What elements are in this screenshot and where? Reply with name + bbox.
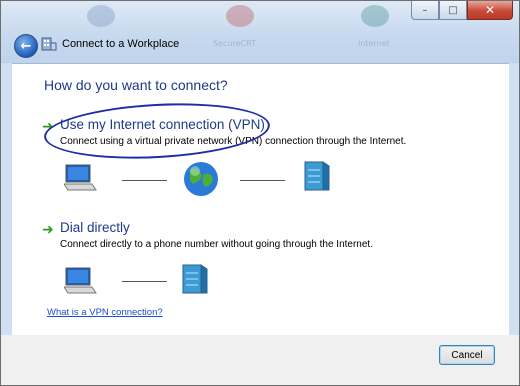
connector-line xyxy=(122,180,167,181)
connector-line xyxy=(122,281,167,282)
maximize-button[interactable]: □ xyxy=(439,1,467,20)
title-bar: SecureCRT Internet – □ ✕ ← Connect to a … xyxy=(1,1,519,63)
background-app-icon xyxy=(226,5,254,27)
background-app-icon xyxy=(87,5,115,27)
connector-line xyxy=(240,180,285,181)
help-link-vpn[interactable]: What is a VPN connection? xyxy=(47,307,163,318)
server-icon xyxy=(304,161,330,191)
green-arrow-icon: ➜ xyxy=(42,222,54,238)
globe-icon xyxy=(184,162,218,196)
server-icon xyxy=(182,264,208,294)
wizard-content: How do you want to connect? ➜ Use my Int… xyxy=(12,63,509,336)
workplace-icon xyxy=(41,37,57,51)
window-title: Connect to a Workplace xyxy=(62,38,180,50)
window-controls: – □ ✕ xyxy=(411,1,513,21)
option-description: Connect directly to a phone number witho… xyxy=(60,239,373,250)
computer-icon xyxy=(64,164,97,191)
cancel-button[interactable]: Cancel xyxy=(439,345,495,365)
page-heading: How do you want to connect? xyxy=(44,77,228,93)
background-app-icon xyxy=(361,5,389,27)
background-app-label: Internet xyxy=(358,39,390,48)
minimize-button[interactable]: – xyxy=(411,1,439,20)
computer-icon xyxy=(64,267,97,294)
back-arrow-icon: ← xyxy=(20,38,32,54)
back-button[interactable]: ← xyxy=(14,34,38,58)
close-button[interactable]: ✕ xyxy=(467,1,513,20)
option-dial-directly[interactable]: ➜ Dial directly Connect directly to a ph… xyxy=(42,220,442,256)
dialog-window: SecureCRT Internet – □ ✕ ← Connect to a … xyxy=(0,0,520,386)
background-app-label: SecureCRT xyxy=(213,39,256,48)
option-title: Dial directly xyxy=(60,220,130,235)
